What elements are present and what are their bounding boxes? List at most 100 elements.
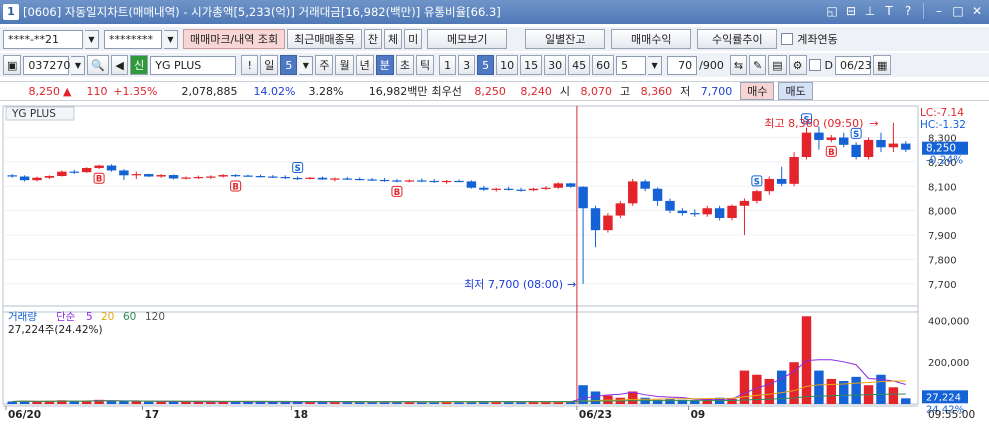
candle (640, 181, 650, 189)
candle (305, 177, 315, 179)
interval-10[interactable]: 10 (496, 55, 519, 75)
chevron-down-icon[interactable]: ▼ (648, 55, 663, 75)
candle (578, 186, 588, 209)
trade-amount: 16,982백만 (368, 85, 428, 98)
date-checkbox[interactable] (808, 59, 821, 71)
buy-button[interactable]: 매수 (740, 82, 775, 100)
marker-label: S (853, 130, 859, 140)
account-link-checkbox[interactable] (781, 33, 794, 45)
low-arrow-icon: → (567, 278, 576, 291)
text-icon[interactable]: T (881, 3, 897, 19)
candle (888, 143, 899, 148)
panel-icon[interactable]: ▣ (3, 55, 22, 75)
chart-title: YG PLUS (11, 108, 56, 120)
interval-60[interactable]: 60 (592, 55, 615, 75)
sell-button[interactable]: 매도 (778, 82, 813, 100)
period-month[interactable]: 월 (335, 55, 354, 75)
interval-input[interactable]: 5 (616, 55, 647, 75)
period-label[interactable]: 일 (260, 55, 279, 75)
pin-icon[interactable]: ⊥ (862, 3, 878, 19)
trade-profit-button[interactable]: 매매수익 (611, 29, 692, 49)
volume-bar (206, 402, 216, 404)
candle (789, 157, 799, 184)
stock-code-field[interactable]: 037270 (23, 55, 70, 75)
minimize-icon[interactable]: – (931, 3, 947, 19)
interval-45[interactable]: 45 (568, 55, 591, 75)
memo-button[interactable]: 메모보기 (427, 29, 508, 49)
volume-bar (814, 370, 824, 404)
interval-30[interactable]: 30 (544, 55, 567, 75)
draw-icon[interactable]: ✎ (749, 55, 767, 75)
trade-mark-button[interactable]: 매매마크/내역 조회 (183, 29, 286, 49)
candle (230, 175, 241, 177)
period-week[interactable]: 주 (315, 55, 334, 75)
daily-balance-button[interactable]: 일별잔고 (525, 29, 606, 49)
period-minute[interactable]: 분 (375, 55, 394, 75)
period-year[interactable]: 년 (355, 55, 374, 75)
compare-icon[interactable]: ⇆ (729, 55, 748, 75)
volume-ma-label: 단순 (56, 311, 76, 323)
date-field[interactable]: 06/23 (835, 55, 872, 75)
calendar-icon[interactable]: ▦ (873, 55, 892, 75)
alert-icon[interactable]: ! (241, 55, 259, 75)
recent-trades-button[interactable]: 최근매매종목 (287, 29, 362, 49)
candle (119, 170, 129, 176)
chevron-down-icon[interactable]: ▼ (299, 55, 314, 75)
close-icon[interactable]: ✕ (969, 3, 985, 19)
return-trend-button[interactable]: 수익률추이 (697, 29, 778, 49)
x-tick-label: 06/20 (8, 409, 41, 421)
period-value[interactable]: 5 (280, 55, 298, 75)
interval-1[interactable]: 1 (439, 55, 457, 75)
interval-5[interactable]: 5 (477, 55, 495, 75)
search-icon[interactable]: 🔍 (87, 55, 110, 75)
quote-bar: 8,250 ▲ 110 +1.35% 2,078,885 14.02% 3.28… (0, 81, 989, 101)
candle (516, 189, 526, 191)
volume-value: 2,078,885 (181, 84, 238, 98)
stock-name-field[interactable]: YG PLUS (150, 55, 237, 75)
candle (181, 177, 191, 179)
candle (429, 180, 439, 183)
candle (652, 188, 663, 201)
price-tick-label: 7,900 (928, 231, 957, 242)
maximize-icon[interactable]: □ (950, 3, 966, 19)
executed-button[interactable]: 체 (384, 29, 403, 49)
period-second[interactable]: 초 (395, 55, 414, 75)
count-total: /900 (699, 58, 724, 72)
chevron-down-icon[interactable]: ▼ (71, 55, 86, 75)
volume-bar (131, 401, 142, 404)
period-tick[interactable]: 틱 (415, 55, 435, 75)
candle (206, 176, 216, 178)
candle (268, 176, 278, 178)
price-chart[interactable]: 8,3008,2008,1008,0007,9007,8007,700 BBSB… (0, 104, 989, 424)
marker-label: B (232, 183, 238, 193)
speaker-icon[interactable]: ◀ (111, 55, 129, 75)
count-input[interactable]: 70 (667, 55, 698, 75)
candle (727, 205, 737, 218)
link-icon[interactable]: ⊟ (843, 3, 859, 19)
password-field[interactable]: ******** (104, 29, 162, 49)
save-icon[interactable]: ▤ (768, 55, 787, 75)
layout-icon[interactable]: ◱ (824, 3, 840, 19)
account-field[interactable]: ****-**21 (3, 29, 83, 49)
help-icon[interactable]: ? (900, 3, 916, 19)
candle (528, 188, 539, 191)
ratio-2: 3.28% (308, 84, 344, 98)
marker-label: B (96, 175, 102, 185)
best-quote-label: 최우선 (431, 85, 462, 98)
high-annotation: 최고 8,360 (09:50) (764, 117, 863, 130)
balance-button[interactable]: 잔 (363, 29, 383, 49)
candle (243, 175, 253, 177)
candle (106, 165, 117, 171)
gear-icon[interactable]: ⚙ (788, 55, 807, 75)
high-arrow-icon: → (869, 117, 878, 130)
chevron-down-icon[interactable]: ▼ (164, 29, 178, 49)
candle (677, 210, 688, 214)
account-toolbar: ****-**21 ▼ ******** ▼ 매매마크/내역 조회 최근매매종목… (0, 27, 989, 51)
interval-15[interactable]: 15 (520, 55, 543, 75)
candle (826, 137, 837, 140)
candle (814, 132, 824, 140)
unexecuted-button[interactable]: 미 (404, 29, 423, 49)
chevron-down-icon[interactable]: ▼ (85, 29, 99, 49)
candle (19, 176, 30, 181)
interval-3[interactable]: 3 (458, 55, 476, 75)
